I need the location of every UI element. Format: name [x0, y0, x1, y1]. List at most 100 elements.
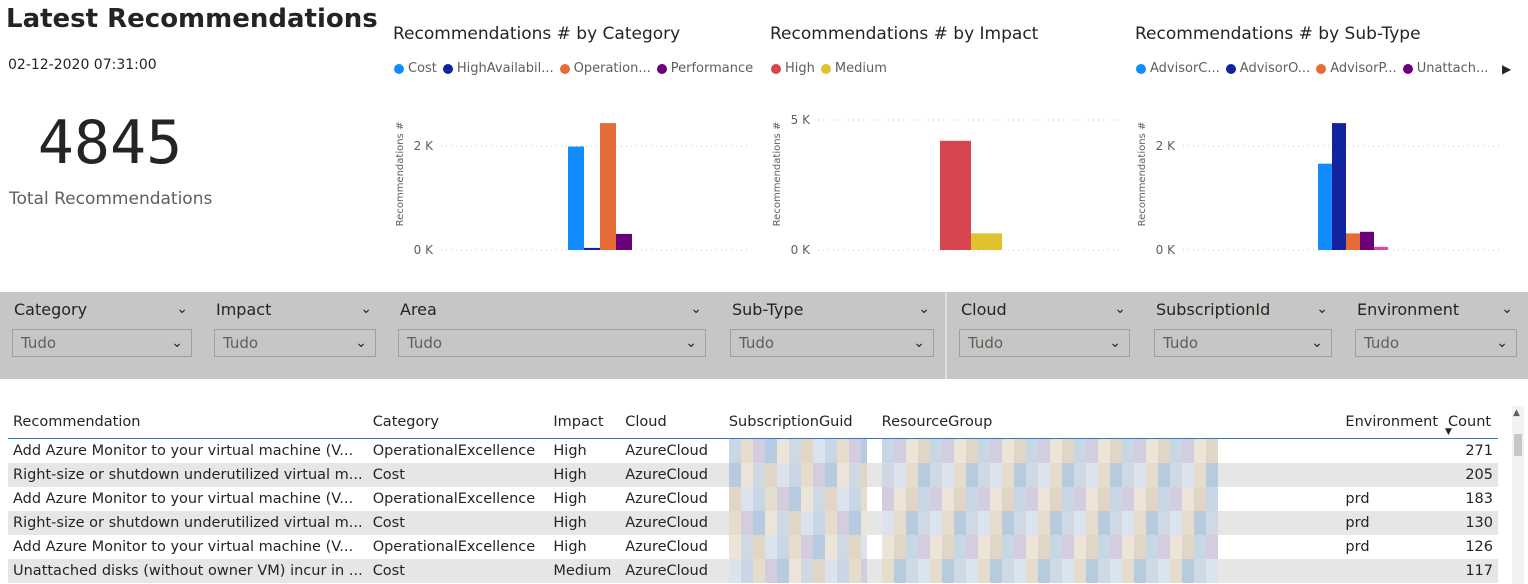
chart-subtype-visual[interactable]: Recommendations # by Sub-Type [1135, 24, 1421, 44]
redacted-block [881, 511, 1218, 535]
slicer-area-label: Area [400, 299, 437, 319]
legend-item-highavailability[interactable]: HighAvailabil... [442, 61, 554, 76]
slicer-subtype[interactable]: Sub-Type ⌄ Tudo ⌄ [730, 298, 934, 357]
chart-impact-legend[interactable]: High Medium [771, 61, 887, 76]
slicer-impact-dropdown[interactable]: Tudo ⌄ [214, 329, 376, 357]
chevron-down-icon[interactable]: ⌄ [1316, 301, 1328, 317]
slicer-subscriptionid[interactable]: SubscriptionId ⌄ Tudo ⌄ [1154, 298, 1332, 357]
column-header-impact[interactable]: Impact [548, 406, 621, 439]
cell-subscriptionguid-redacted [723, 511, 877, 535]
legend-dot-icon [771, 63, 781, 74]
chevron-down-icon[interactable]: ⌄ [918, 301, 930, 317]
legend-item-high[interactable]: High [771, 61, 815, 76]
slicer-environment-value: Tudo [1364, 334, 1400, 352]
slicer-subtype-dropdown[interactable]: Tudo ⌄ [730, 329, 934, 357]
legend-item-advisoro[interactable]: AdvisorO... [1225, 61, 1311, 76]
slicer-cloud-value: Tudo [968, 334, 1004, 352]
bar-advisoro[interactable] [1332, 123, 1346, 250]
slicer-category[interactable]: Category ⌄ Tudo ⌄ [12, 298, 192, 357]
cell-subscriptionguid-redacted [724, 487, 877, 511]
chart-category-visual[interactable]: Recommendations # by Category [393, 24, 680, 44]
legend-item-unattached[interactable]: Unattach... [1402, 61, 1488, 76]
legend-item-performance[interactable]: Performance [656, 61, 753, 76]
chart-category-plot[interactable]: Recommendations # 2 K 0 K [385, 100, 760, 265]
legend-label: AdvisorC... [1150, 61, 1220, 76]
slicer-environment-label: Environment [1357, 299, 1460, 319]
column-header-resourcegroup[interactable]: ResourceGroup [876, 406, 1341, 439]
bar-high[interactable] [940, 140, 971, 250]
slicer-area-dropdown[interactable]: Tudo ⌄ [398, 329, 706, 357]
slicer-environment[interactable]: Environment ⌄ Tudo ⌄ [1355, 298, 1517, 357]
table-row[interactable]: Right-size or shutdown underutilized vir… [8, 463, 1498, 487]
column-header-count[interactable]: Count ▼ [1443, 406, 1498, 439]
column-header-category[interactable]: Category [367, 406, 549, 439]
slicer-impact[interactable]: Impact ⌄ Tudo ⌄ [214, 298, 376, 357]
column-header-environment[interactable]: Environment [1340, 406, 1444, 439]
redacted-block [881, 559, 1218, 583]
chart-category-ytick-zero: 0 K [414, 243, 434, 257]
slicer-cloud[interactable]: Cloud ⌄ Tudo ⌄ [959, 298, 1130, 357]
bar-medium[interactable] [971, 233, 1002, 250]
table-row[interactable]: Add Azure Monitor to your virtual machin… [8, 439, 1498, 463]
chart-subtype-legend[interactable]: AdvisorC... AdvisorO... AdvisorP... Unat… [1136, 61, 1488, 76]
bar-cost[interactable] [568, 146, 584, 250]
chevron-down-icon[interactable]: ⌄ [360, 301, 372, 317]
legend-item-cost[interactable]: Cost [394, 61, 437, 76]
slicer-impact-value: Tudo [223, 334, 259, 352]
slicer-area-value: Tudo [407, 334, 443, 352]
scroll-up-icon[interactable]: ▲ [1513, 408, 1520, 418]
play-right-icon[interactable]: ▶ [1502, 62, 1511, 76]
column-header-cloud[interactable]: Cloud [620, 406, 724, 439]
chevron-down-icon[interactable]: ⌄ [1114, 301, 1126, 317]
legend-item-medium[interactable]: Medium [820, 61, 887, 76]
slicer-cloud-dropdown[interactable]: Tudo ⌄ [959, 329, 1130, 357]
cell-recommendation: Right-size or shutdown underutilized vir… [8, 463, 368, 487]
cell-count: 130 [1443, 511, 1498, 535]
column-header-recommendation[interactable]: Recommendation [8, 406, 368, 439]
scroll-thumb[interactable] [1514, 434, 1522, 456]
table-row[interactable]: Unattached disks (without owner VM) incu… [8, 559, 1498, 583]
bar-highavailabil[interactable] [584, 247, 600, 250]
legend-label: HighAvailabil... [456, 61, 554, 76]
slicer-area[interactable]: Area ⌄ Tudo ⌄ [398, 298, 706, 357]
cell-cloud: AzureCloud [625, 443, 708, 459]
cell-resourcegroup-redacted [876, 511, 1341, 535]
bar-performance[interactable] [616, 233, 632, 250]
legend-item-advisorp[interactable]: AdvisorP... [1316, 61, 1397, 76]
cell-category: Cost [367, 463, 549, 487]
table-row[interactable]: Add Azure Monitor to your virtual machin… [8, 487, 1498, 511]
cell-category: OperationalExcellence [372, 443, 536, 459]
column-header-subscriptionguid[interactable]: SubscriptionGuid [723, 406, 877, 439]
slicer-category-dropdown[interactable]: Tudo ⌄ [12, 329, 192, 357]
chevron-down-icon[interactable]: ⌄ [176, 301, 188, 317]
chart-impact-visual[interactable]: Recommendations # by Impact [770, 24, 1038, 44]
sort-descending-icon[interactable]: ▼ [1445, 427, 1452, 437]
chart-category-legend[interactable]: Cost HighAvailabil... Operation... Perfo… [394, 61, 753, 76]
table-row[interactable]: Add Azure Monitor to your virtual machin… [8, 535, 1498, 559]
chart-subtype-plot[interactable]: Recommendations # 2 K 0 K [1127, 100, 1507, 265]
table-row[interactable]: Right-size or shutdown underutilized vir… [8, 511, 1498, 535]
slicer-cloud-label: Cloud [961, 299, 1007, 319]
legend-dot-icon [820, 63, 831, 74]
slicer-subtype-label: Sub-Type [732, 299, 804, 319]
legend-label: High [785, 61, 815, 76]
bar-unattach[interactable] [1360, 231, 1374, 250]
legend-item-advisorc[interactable]: AdvisorC... [1136, 61, 1220, 76]
bar-series-4[interactable] [1374, 246, 1388, 250]
table-scrollbar[interactable] [1512, 406, 1524, 584]
cell-recommendation: Add Azure Monitor to your virtual machin… [13, 539, 354, 555]
cell-resourcegroup-redacted [877, 439, 1341, 463]
chevron-down-icon[interactable]: ⌄ [1501, 301, 1513, 317]
legend-label: AdvisorO... [1239, 61, 1311, 76]
bar-advisorp[interactable] [1346, 233, 1360, 250]
slicer-environment-dropdown[interactable]: Tudo ⌄ [1355, 329, 1517, 357]
legend-item-operational[interactable]: Operation... [559, 61, 651, 76]
slicer-subscriptionid-dropdown[interactable]: Tudo ⌄ [1154, 329, 1332, 357]
chart-impact-plot[interactable]: Recommendations # 5 K 0 K [762, 100, 1132, 265]
bar-operation[interactable] [600, 123, 616, 250]
cell-environment: prd [1345, 491, 1370, 507]
bar-advisorc[interactable] [1318, 163, 1332, 250]
chevron-down-icon[interactable]: ⌄ [690, 301, 702, 317]
chevron-down-icon: ⌄ [1496, 335, 1508, 351]
chevron-down-icon: ⌄ [1311, 335, 1323, 351]
